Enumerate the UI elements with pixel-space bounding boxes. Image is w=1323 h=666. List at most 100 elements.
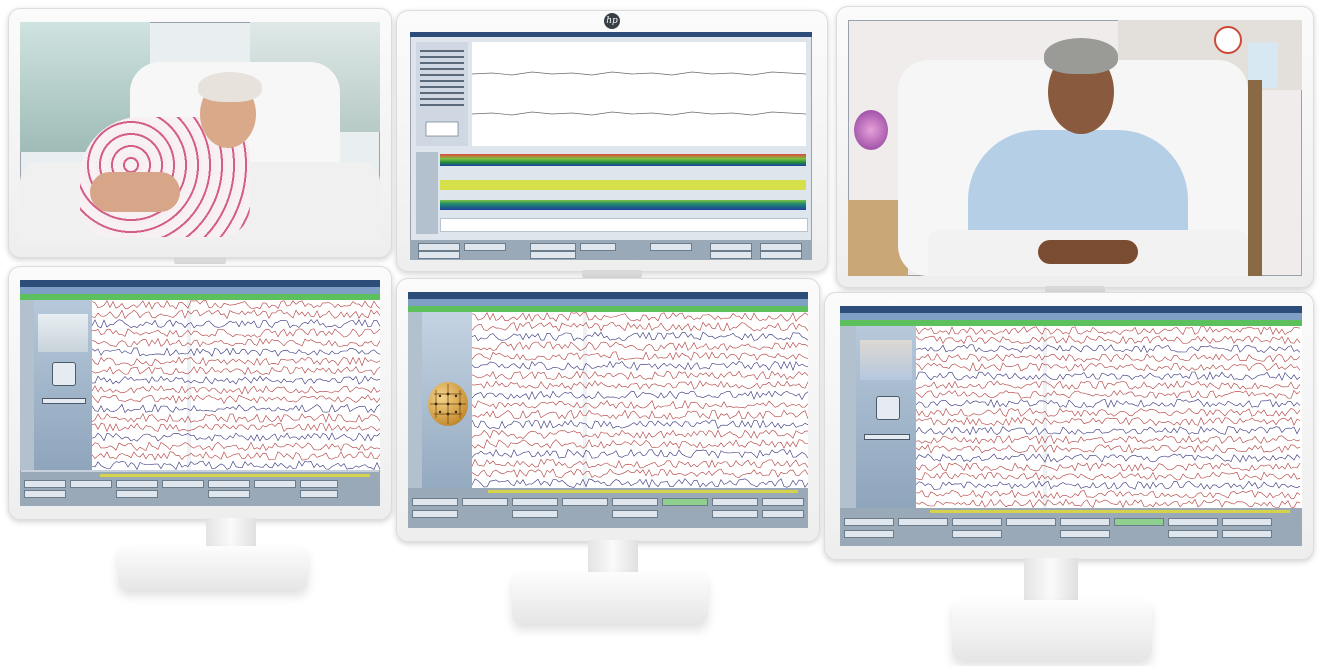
toolbar-button[interactable] — [530, 243, 576, 251]
toolbar-button[interactable] — [412, 510, 458, 518]
toolbar-button[interactable] — [844, 530, 894, 538]
toolbar-button[interactable] — [650, 243, 692, 251]
toolbar-button[interactable] — [1060, 530, 1110, 538]
toolbar-button[interactable] — [712, 510, 758, 518]
flowers — [854, 110, 888, 150]
toolbar-button[interactable] — [760, 243, 802, 251]
toolbar-button[interactable] — [612, 498, 658, 506]
toolbar-button[interactable] — [24, 480, 66, 488]
eeg-channel-trace — [472, 380, 808, 390]
toolbar-buttons — [840, 508, 1302, 546]
toolbar-button[interactable] — [464, 243, 506, 251]
camera-pan-control[interactable] — [52, 362, 76, 386]
eeg-channel-trace — [92, 394, 380, 405]
toolbar-button[interactable] — [208, 490, 250, 498]
app-menu-bar — [20, 287, 380, 294]
eeg-channel-trace — [916, 353, 1301, 363]
monitor-bottom-left — [8, 266, 392, 520]
toolbar-buttons — [410, 240, 812, 260]
patient-hair — [198, 72, 262, 102]
eeg-trend-screen — [410, 32, 812, 260]
toolbar-button[interactable] — [1222, 518, 1272, 526]
toolbar-accent-strip — [100, 474, 370, 477]
video-thumbnail[interactable] — [860, 340, 912, 380]
toolbar-button[interactable] — [580, 243, 616, 251]
toolbar-button[interactable] — [512, 498, 558, 506]
toolbar-accent-strip — [488, 490, 798, 493]
toolbar-button[interactable] — [710, 251, 752, 259]
toolbar-button[interactable] — [254, 480, 296, 488]
toolbar-button[interactable] — [898, 518, 948, 526]
toolbar-button[interactable] — [512, 510, 558, 518]
toolbar-button[interactable] — [1168, 518, 1218, 526]
eeg-trace-plot — [472, 312, 808, 488]
eeg-channel-trace — [916, 480, 1301, 490]
raw-eeg-trace — [472, 71, 806, 116]
electrode-head-model-icon[interactable] — [428, 382, 468, 426]
toolbar-button[interactable] — [762, 510, 804, 518]
eeg-channel-trace — [472, 478, 808, 488]
eeg-channel-trace — [472, 331, 808, 342]
eeg-channel-trace — [472, 351, 808, 361]
toolbar-button[interactable] — [712, 498, 758, 506]
trend-labels-column — [416, 152, 438, 234]
toolbar-button[interactable] — [952, 530, 1002, 538]
eeg-channel-trace — [92, 375, 380, 385]
toolbar-button[interactable] — [760, 251, 802, 259]
toolbar-button[interactable] — [1114, 518, 1164, 526]
page-divider — [583, 312, 587, 488]
zoom-slider[interactable] — [42, 398, 86, 404]
eeg-channel-trace — [92, 356, 380, 367]
toolbar-button[interactable] — [300, 480, 338, 488]
eeg-channel-trace — [916, 453, 1301, 463]
eeg-channel-trace — [472, 370, 808, 381]
toolbar-button[interactable] — [1222, 530, 1272, 538]
toolbar-button[interactable] — [300, 490, 338, 498]
toolbar-button[interactable] — [612, 510, 658, 518]
monitor-logo-badge — [174, 257, 226, 264]
toolbar-button[interactable] — [162, 480, 204, 488]
eeg-channel-trace — [92, 300, 380, 310]
app-menu-bar — [840, 313, 1302, 320]
app-title-bar — [410, 32, 812, 37]
toolbar-button[interactable] — [844, 518, 894, 526]
toolbar-button[interactable] — [710, 243, 752, 251]
toolbar-button[interactable] — [116, 490, 158, 498]
trend-band-amplitude — [440, 180, 806, 190]
toolbar-button[interactable] — [418, 251, 460, 259]
eeg-channel-trace — [472, 419, 808, 430]
eeg-channel-trace — [92, 319, 380, 329]
toolbar-button[interactable] — [1060, 518, 1110, 526]
toolbar-button[interactable] — [662, 498, 708, 506]
video-thumbnail[interactable] — [38, 314, 88, 352]
trend-band-spectral-2 — [440, 200, 806, 210]
eeg-channel-trace — [472, 449, 808, 459]
toolbar-button[interactable] — [562, 498, 608, 506]
toolbar-button[interactable] — [1168, 530, 1218, 538]
toolbar-button[interactable] — [24, 490, 66, 498]
head-model-panel — [422, 312, 472, 488]
toolbar-button[interactable] — [762, 498, 804, 506]
toolbar-button[interactable] — [530, 251, 576, 259]
eeg-channel-trace — [916, 489, 1301, 500]
eeg-channel-trace — [472, 409, 808, 420]
eeg-channel-trace — [916, 444, 1301, 454]
toolbar-button[interactable] — [418, 243, 460, 251]
monitor-top-center: hp — [396, 10, 828, 278]
eeg-channel-trace — [472, 341, 808, 352]
toolbar-button[interactable] — [208, 480, 250, 488]
monitor-stand-base — [512, 572, 708, 624]
toolbar-button[interactable] — [952, 518, 1002, 526]
toolbar-button[interactable] — [412, 498, 458, 506]
toolbar-button[interactable] — [462, 498, 508, 506]
zoom-slider[interactable] — [864, 434, 910, 440]
monitor-bottom-right — [824, 292, 1314, 560]
camera-pan-control[interactable] — [876, 396, 900, 420]
app-title-bar — [20, 280, 380, 287]
eeg-channel-trace — [472, 312, 808, 322]
channel-labels-column — [840, 326, 856, 508]
toolbar-button[interactable] — [116, 480, 158, 488]
toolbar-button[interactable] — [1006, 518, 1056, 526]
trend-band-spectral-1 — [440, 154, 806, 166]
toolbar-button[interactable] — [70, 480, 112, 488]
